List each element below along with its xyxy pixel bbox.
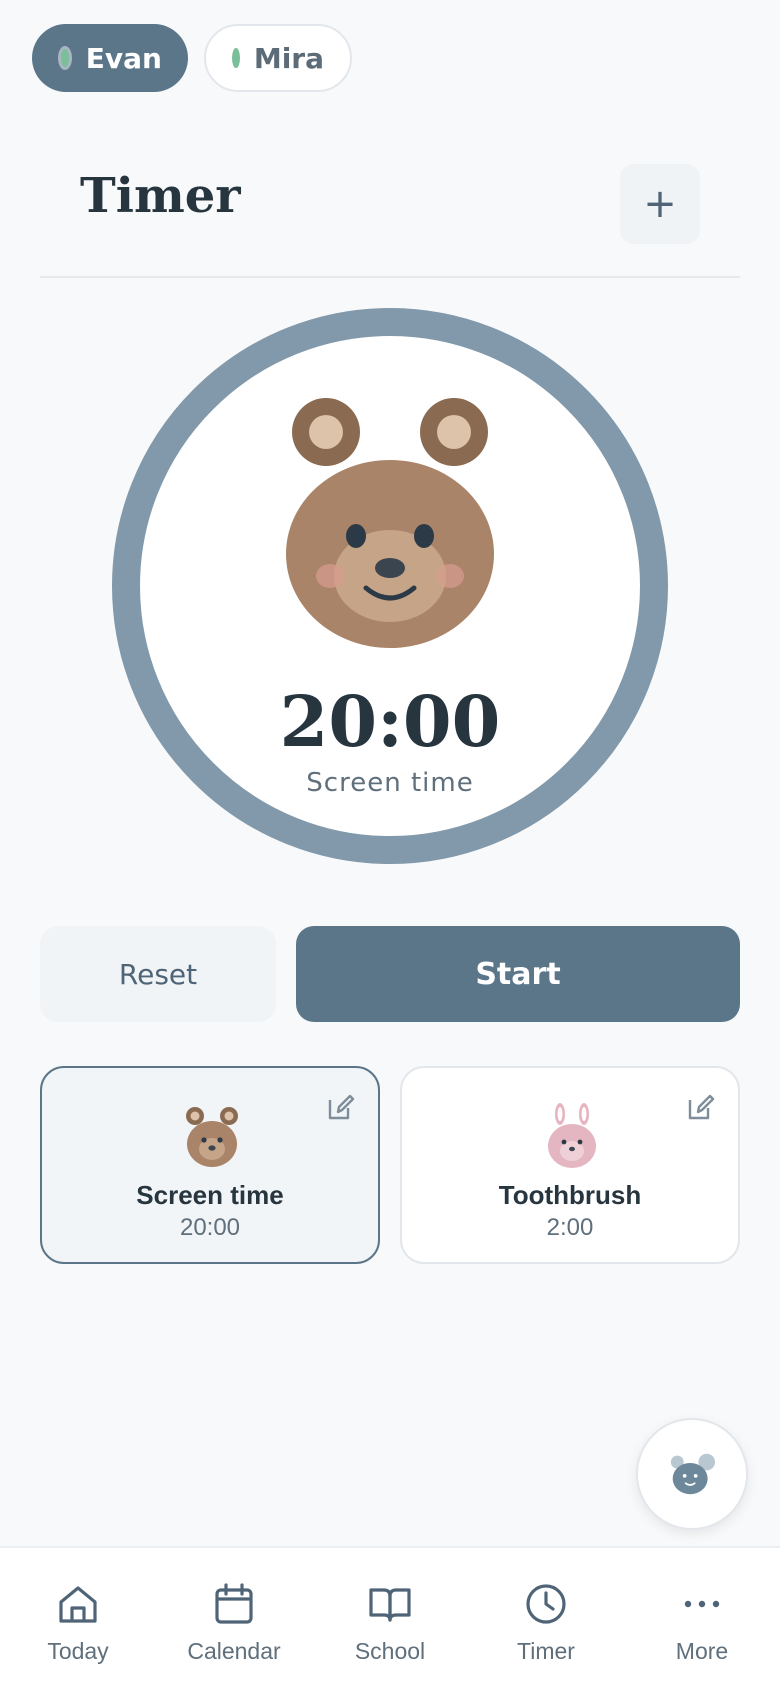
timer-card-screen-time[interactable]: Screen time 20:00 [40,1066,380,1264]
bottom-nav: Today Calendar School Timer More [0,1546,780,1688]
nav-item-today[interactable]: Today [0,1548,156,1688]
start-button[interactable]: Start [296,926,740,1022]
bear-icon [186,1107,238,1167]
timer-label: Screen time [306,768,474,798]
mascot-face-icon [670,1453,715,1495]
add-timer-button[interactable]: + [620,164,700,244]
more-icon [684,1600,720,1608]
profile-chip-evan[interactable]: Evan [32,24,188,92]
mascot-button[interactable] [636,1418,748,1530]
card-name: Toothbrush [498,1180,642,1210]
timer-screen: Evan Mira Timer + 20:00 Screen time Rese… [0,0,780,1688]
bear-icon [286,398,494,648]
home-icon [59,1586,97,1623]
nav-item-more[interactable]: More [624,1548,780,1688]
nav-label: School [354,1638,426,1664]
nav-item-calendar[interactable]: Calendar [156,1548,312,1688]
page-title: Timer [80,168,241,224]
header-divider [40,276,740,278]
nav-label: Calendar [187,1638,281,1664]
reset-button[interactable]: Reset [40,926,276,1022]
calendar-icon [215,1583,253,1624]
edit-icon[interactable] [686,1092,716,1122]
profile-name: Mira [253,41,324,75]
profile-switcher: Evan Mira [32,24,352,92]
card-duration: 20:00 [179,1214,241,1241]
nav-label: More [675,1638,729,1664]
profile-name: Evan [85,41,162,75]
nav-item-timer[interactable]: Timer [468,1548,624,1688]
clock-icon [526,1584,566,1624]
bunny-icon [548,1103,596,1168]
status-dot-icon [232,48,240,68]
status-dot-icon [58,46,72,70]
nav-item-school[interactable]: School [312,1548,468,1688]
nav-label: Timer [517,1638,575,1664]
book-icon [369,1588,411,1622]
profile-chip-mira[interactable]: Mira [204,24,352,92]
timer-card-toothbrush[interactable]: Toothbrush 2:00 [400,1066,740,1264]
edit-icon[interactable] [326,1092,356,1122]
timer-display: 20:00 [279,680,501,763]
nav-label: Today [47,1638,109,1664]
card-duration: 2:00 [546,1214,594,1241]
card-name: Screen time [136,1180,284,1210]
